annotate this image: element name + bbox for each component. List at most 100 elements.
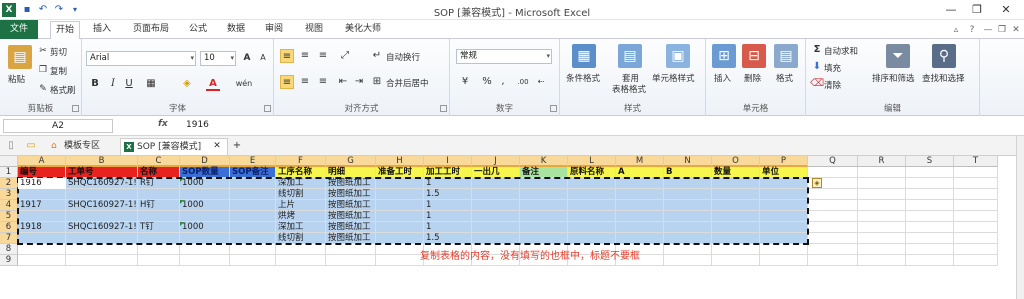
- grid-cell[interactable]: [376, 244, 424, 255]
- row-header-2[interactable]: 2: [0, 178, 18, 189]
- grid-cell[interactable]: [18, 244, 66, 255]
- grid-cell[interactable]: [18, 255, 66, 266]
- grid-cell[interactable]: [376, 233, 424, 244]
- paste-button[interactable]: 粘贴: [8, 73, 25, 85]
- number-format-select[interactable]: 常规 ▾: [456, 49, 552, 64]
- data-cell-b[interactable]: SHQC160927-1!: [66, 200, 138, 211]
- grid-cell[interactable]: [568, 200, 616, 211]
- grid-cell[interactable]: [568, 178, 616, 189]
- align-middle-icon[interactable]: ≡: [298, 49, 312, 63]
- header-cell-n[interactable]: B: [664, 167, 712, 178]
- data-cell-a[interactable]: 1917: [18, 200, 66, 211]
- font-size-select[interactable]: 10 ▾: [200, 51, 236, 66]
- header-cell-g[interactable]: 明细: [326, 167, 376, 178]
- tab-beautify-master[interactable]: 美化大师: [338, 20, 388, 39]
- row-header-6[interactable]: 6: [0, 222, 18, 233]
- wrap-text-icon[interactable]: ↵: [370, 49, 384, 63]
- data-cell-a[interactable]: 1918: [18, 222, 66, 233]
- decrease-indent-icon[interactable]: ⇤: [336, 75, 350, 89]
- header-cell-h[interactable]: 准备工时: [376, 167, 424, 178]
- clear-icon[interactable]: ⌫: [810, 77, 824, 91]
- increase-indent-icon[interactable]: ⇥: [352, 75, 366, 89]
- grid-cell[interactable]: [760, 233, 808, 244]
- formula-input[interactable]: 1916: [186, 120, 209, 130]
- grow-font-button[interactable]: A: [240, 51, 254, 65]
- grid-cell[interactable]: [906, 200, 954, 211]
- format-as-table-icon[interactable]: ▤: [618, 44, 642, 68]
- grid-cell[interactable]: [760, 255, 808, 266]
- grid-cell[interactable]: [472, 211, 520, 222]
- header-cell-f[interactable]: 工序名称: [276, 167, 326, 178]
- grid-cell[interactable]: [18, 189, 66, 200]
- tab-view[interactable]: 视图: [300, 20, 328, 39]
- grid-cell[interactable]: [66, 211, 138, 222]
- copy-button[interactable]: 复制: [50, 65, 67, 77]
- grid-cell[interactable]: [906, 255, 954, 266]
- grid-cell[interactable]: [906, 178, 954, 189]
- row-header-1[interactable]: 1: [0, 167, 18, 178]
- grid-cell[interactable]: [760, 178, 808, 189]
- grid-cell[interactable]: [858, 233, 906, 244]
- data-cell-c[interactable]: T钉: [138, 222, 180, 233]
- grid-cell[interactable]: [858, 222, 906, 233]
- grid-cell[interactable]: [138, 189, 180, 200]
- tab-review[interactable]: 审阅: [260, 20, 288, 39]
- grid-cell[interactable]: [230, 255, 276, 266]
- grid-cell[interactable]: [180, 244, 230, 255]
- grid-cell[interactable]: [230, 178, 276, 189]
- align-left-icon[interactable]: ≡: [280, 75, 294, 89]
- grid-cell[interactable]: [138, 255, 180, 266]
- grid-cell[interactable]: [858, 200, 906, 211]
- data-cell-i[interactable]: 1: [424, 200, 472, 211]
- tab-template-zone[interactable]: ⌂ 模板专区: [48, 138, 118, 155]
- grid-cell[interactable]: [760, 200, 808, 211]
- find-select-icon[interactable]: ⚲: [932, 44, 956, 68]
- header-cell-a[interactable]: 编号: [18, 167, 66, 178]
- grid-cell[interactable]: [760, 244, 808, 255]
- close-tab-button[interactable]: ✕: [210, 139, 224, 153]
- grid-cell[interactable]: [66, 255, 138, 266]
- data-cell-g[interactable]: 按图纸加工: [326, 211, 376, 222]
- data-cell-i[interactable]: 1: [424, 211, 472, 222]
- grid-cell[interactable]: [138, 244, 180, 255]
- format-painter-icon[interactable]: ✎: [36, 82, 50, 96]
- fill-icon[interactable]: ⬇: [810, 60, 824, 74]
- clipboard-launcher-icon[interactable]: [72, 105, 79, 112]
- tab-file[interactable]: 文件: [0, 20, 38, 39]
- grid-cell[interactable]: [520, 189, 568, 200]
- grid-cell[interactable]: [858, 255, 906, 266]
- column-header-s[interactable]: S: [906, 156, 954, 167]
- align-bottom-icon[interactable]: ≡: [316, 49, 330, 63]
- minimize-ribbon-icon[interactable]: ▵: [950, 24, 962, 36]
- column-header-d[interactable]: D: [180, 156, 230, 167]
- row-header-3[interactable]: 3: [0, 189, 18, 200]
- grid-cell[interactable]: [616, 233, 664, 244]
- grid-cell[interactable]: [712, 200, 760, 211]
- format-cells-button[interactable]: 格式: [776, 72, 793, 84]
- grid-cell[interactable]: [616, 189, 664, 200]
- column-header-f[interactable]: F: [276, 156, 326, 167]
- grid-cell[interactable]: [18, 233, 66, 244]
- wrap-text-button[interactable]: 自动换行: [386, 51, 420, 63]
- data-cell-f[interactable]: 线切割: [276, 233, 326, 244]
- header-cell-o[interactable]: 数量: [712, 167, 760, 178]
- grid-cell[interactable]: [858, 167, 906, 178]
- data-cell-c[interactable]: H钉: [138, 200, 180, 211]
- grid-cell[interactable]: [906, 244, 954, 255]
- sort-filter-icon[interactable]: ⏷: [886, 44, 910, 68]
- merge-center-button[interactable]: 合并后居中: [386, 77, 429, 89]
- column-header-c[interactable]: C: [138, 156, 180, 167]
- fill-color-icon[interactable]: ◈: [180, 77, 194, 91]
- row-header-8[interactable]: 8: [0, 244, 18, 255]
- row-header-4[interactable]: 4: [0, 200, 18, 211]
- grid-cell[interactable]: [66, 233, 138, 244]
- grid-cell[interactable]: [858, 189, 906, 200]
- grid-cell[interactable]: [520, 211, 568, 222]
- data-cell-g[interactable]: 按图纸加工: [326, 233, 376, 244]
- column-header-o[interactable]: O: [712, 156, 760, 167]
- grid-cell[interactable]: [712, 211, 760, 222]
- paste-options-icon[interactable]: ◈: [812, 178, 822, 188]
- column-header-m[interactable]: M: [616, 156, 664, 167]
- shrink-font-button[interactable]: A: [256, 51, 270, 65]
- grid-cell[interactable]: [954, 178, 998, 189]
